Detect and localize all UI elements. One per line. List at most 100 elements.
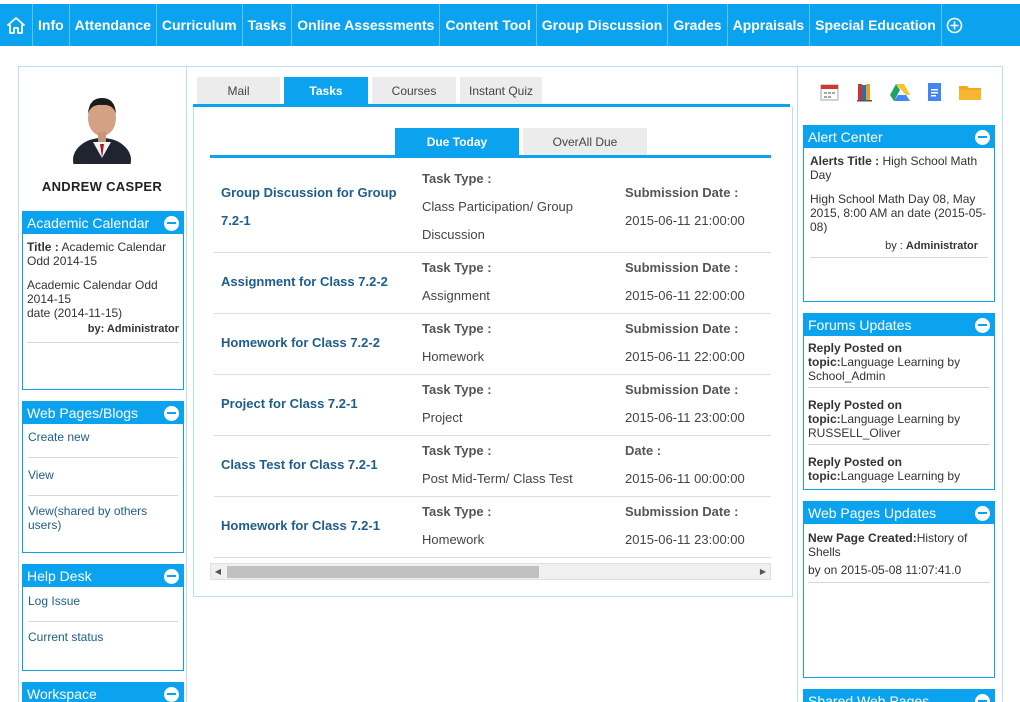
tab-overall-due[interactable]: OverAll Due [523, 128, 647, 155]
task-row: Homework for Class 7.2-1 Task Type : Hom… [214, 497, 771, 558]
task-name-link[interactable]: Project for Class 7.2-1 [221, 390, 406, 418]
current-status-link[interactable]: Current status [28, 630, 178, 644]
scrollbar-thumb[interactable] [227, 566, 539, 578]
horizontal-scrollbar[interactable]: ◀ ▶ [210, 563, 771, 580]
divider [808, 444, 990, 445]
forum-post[interactable]: Reply Posted on topic:Language Learning … [808, 398, 990, 440]
tab-courses[interactable]: Courses [372, 77, 456, 105]
task-date-label: Submission Date : [625, 321, 739, 336]
log-issue-link[interactable]: Log Issue [28, 594, 178, 608]
tab-tasks[interactable]: Tasks [284, 77, 368, 105]
academic-calendar-panel: Academic Calendar Title : Academic Calen… [22, 211, 184, 390]
task-name-link[interactable]: Homework for Class 7.2-2 [221, 329, 406, 357]
task-row: Assignment for Class 7.2-2 Task Type : A… [214, 253, 771, 314]
tab-due-today[interactable]: Due Today [395, 128, 519, 155]
task-date-value: 2015-06-11 23:00:00 [625, 532, 745, 547]
alert-author: by : Administrator [810, 239, 988, 253]
task-date: Submission Date : 2015-06-11 21:00:00 [625, 179, 771, 235]
collapse-icon[interactable] [975, 505, 990, 521]
divider [27, 342, 179, 343]
docs-icon[interactable] [923, 82, 947, 102]
forum-post-head: Reply Posted on [808, 398, 903, 412]
task-name-link[interactable]: Group Discussion for Group 7.2-1 [221, 179, 406, 235]
tab-mail[interactable]: Mail [197, 77, 280, 105]
collapse-icon[interactable] [164, 568, 179, 584]
collapse-icon[interactable] [164, 215, 179, 231]
divider [810, 257, 988, 258]
calendar-desc-line2: date (2014-11-15) [27, 306, 123, 320]
nav-special-education[interactable]: Special Education [810, 4, 942, 46]
nav-grades[interactable]: Grades [668, 4, 728, 46]
task-type: Task Type : Homework [422, 498, 622, 554]
nav-content-tool[interactable]: Content Tool [440, 4, 537, 46]
task-date: Submission Date : 2015-06-11 23:00:00 [625, 498, 771, 554]
collapse-icon[interactable] [975, 129, 990, 145]
divider [808, 387, 990, 388]
task-type: Task Type : Homework [422, 315, 622, 371]
nav-appraisals[interactable]: Appraisals [728, 4, 811, 46]
nav-tasks[interactable]: Tasks [243, 4, 293, 46]
view-link[interactable]: View [28, 468, 178, 482]
forums-updates-title: Forums Updates [808, 317, 912, 333]
web-page-created-label: New Page Created: [808, 531, 917, 545]
task-date-label: Submission Date : [625, 260, 739, 275]
web-page-created[interactable]: New Page Created:History of Shells [808, 531, 990, 559]
task-type-label: Task Type : [422, 171, 492, 186]
task-date: Submission Date : 2015-06-11 22:00:00 [625, 315, 771, 371]
collapse-icon[interactable] [164, 405, 179, 421]
tab-instant-quiz[interactable]: Instant Quiz [460, 77, 542, 105]
forum-topic-label: topic: [808, 412, 841, 426]
alert-by-label: by : [885, 240, 906, 252]
folder-icon[interactable] [958, 82, 982, 102]
more-nav-button[interactable] [942, 4, 968, 46]
task-type-value: Assignment [422, 288, 490, 303]
books-icon[interactable] [853, 82, 877, 102]
home-icon [7, 16, 25, 34]
avatar[interactable] [73, 88, 131, 164]
task-type-value: Post Mid-Term/ Class Test [422, 471, 573, 486]
web-pages-blogs-title: Web Pages/Blogs [27, 405, 139, 421]
collapse-icon[interactable] [164, 686, 179, 702]
alert-by-value: Administrator [905, 240, 978, 252]
calendar-entry-desc: Academic Calendar Odd 2014-15 date (2014… [27, 278, 179, 320]
task-name-link[interactable]: Homework for Class 7.2-1 [221, 512, 406, 540]
shared-web-pages-title: Shared Web Pages [808, 693, 930, 702]
alert-center-title: Alert Center [808, 129, 883, 145]
calendar-author: by: Administrator [87, 323, 179, 335]
calendar-title-label: Title : [27, 240, 59, 254]
scroll-left-arrow-icon[interactable]: ◀ [211, 564, 225, 579]
user-name: ANDREW CASPER [41, 179, 163, 194]
drive-icon[interactable] [888, 82, 912, 102]
shared-web-pages-panel: Shared Web Pages [803, 689, 995, 702]
divider [808, 582, 990, 583]
web-pages-blogs-header: Web Pages/Blogs [23, 402, 183, 424]
forum-topic-label: topic: [808, 355, 841, 369]
task-type-label: Task Type : [422, 260, 492, 275]
nav-curriculum[interactable]: Curriculum [157, 4, 243, 46]
calendar-desc-line1: Academic Calendar Odd 2014-15 [27, 278, 158, 306]
alert-body: High School Math Day 08, May 2015, 8:00 … [810, 192, 987, 234]
nav-attendance[interactable]: Attendance [70, 4, 157, 46]
quick-icons [818, 82, 993, 102]
collapse-icon[interactable] [975, 693, 990, 702]
task-type-label: Task Type : [422, 382, 492, 397]
nav-group-discussion[interactable]: Group Discussion [537, 4, 669, 46]
nav-online-assessments[interactable]: Online Assessments [292, 4, 441, 46]
scroll-right-arrow-icon[interactable]: ▶ [756, 564, 770, 579]
view-shared-link[interactable]: View(shared by others users) [28, 504, 178, 532]
help-desk-header: Help Desk [23, 565, 183, 587]
calendar-entry-title: Title : Academic Calendar Odd 2014-15 [27, 240, 179, 268]
nav-info[interactable]: Info [33, 4, 70, 46]
create-new-link[interactable]: Create new [28, 430, 178, 444]
alert-title-label: Alerts Title : [810, 154, 880, 168]
task-type: Task Type : Post Mid-Term/ Class Test [422, 437, 622, 493]
task-row: Homework for Class 7.2-2 Task Type : Hom… [214, 314, 771, 375]
forum-post[interactable]: Reply Posted on topic:Language Learning … [808, 341, 990, 383]
home-button[interactable] [0, 4, 33, 46]
calendar-icon[interactable] [818, 82, 842, 102]
task-name-link[interactable]: Class Test for Class 7.2-1 [221, 451, 406, 479]
task-name-link[interactable]: Assignment for Class 7.2-2 [221, 268, 406, 296]
task-date-value: 2015-06-11 23:00:00 [625, 410, 745, 425]
collapse-icon[interactable] [975, 317, 990, 333]
forum-post[interactable]: Reply Posted on topic:Language Learning … [808, 455, 990, 483]
